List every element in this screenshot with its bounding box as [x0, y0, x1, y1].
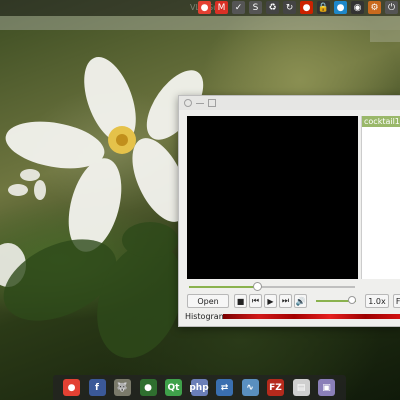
chrome-icon[interactable]: ● — [198, 1, 211, 14]
lock-icon[interactable]: 🔒 — [317, 1, 330, 14]
maximize-icon[interactable] — [208, 99, 216, 107]
camera-dock-icon[interactable]: ● — [139, 379, 157, 396]
monitor-dock-icon[interactable]: ∿ — [241, 379, 259, 396]
gmail-icon[interactable]: M — [215, 1, 228, 14]
next-button[interactable]: ⏭ — [279, 294, 292, 308]
seek-progress — [189, 286, 258, 288]
volume-handle[interactable] — [348, 296, 356, 304]
stop-button[interactable]: ■ — [234, 294, 247, 308]
playback-controls: Open ■ ⏮ ▶ ⏭ 🔊 1.0x Fi — [187, 294, 400, 308]
seek-bar[interactable] — [189, 282, 355, 291]
background-window-buttons — [370, 30, 400, 42]
video-area[interactable] — [187, 116, 358, 279]
facebook-dock-icon[interactable]: f — [88, 379, 106, 396]
volume-slider[interactable] — [316, 296, 356, 304]
skype-icon[interactable]: S — [249, 1, 262, 14]
play-button[interactable]: ▶ — [264, 294, 277, 308]
record-icon[interactable]: ● — [300, 1, 313, 14]
recycle-icon[interactable]: ♻ — [266, 1, 279, 14]
gimp-dock-icon[interactable]: 🐺 — [114, 379, 131, 396]
sync-icon[interactable]: ↻ — [283, 1, 296, 14]
speed-select[interactable]: 1.0x — [365, 294, 389, 308]
document-dock-icon[interactable]: ▤ — [292, 379, 310, 396]
filezilla-dock-icon[interactable]: FZ — [267, 379, 284, 396]
video-player-window: cocktail1.mp4 Open ■ ⏮ ▶ ⏭ 🔊 1.0x Fi His… — [178, 95, 400, 327]
indicator-tray: ● M ✓ S ♻ ↻ ● 🔒 ● ◉ ⚙ ⏻ — [198, 1, 398, 14]
php-dock-icon[interactable]: php — [189, 379, 209, 396]
network-dock-icon[interactable]: ⇄ — [216, 379, 233, 396]
dock: ● f 🐺 ● Qt php ⇄ ∿ FZ ▤ ▣ — [53, 375, 346, 400]
close-icon[interactable] — [184, 99, 192, 107]
shield-icon[interactable]: ✓ — [232, 1, 245, 14]
open-button[interactable]: Open — [187, 294, 229, 308]
background-window-titlebar — [0, 16, 400, 30]
settings-icon[interactable]: ⚙ — [368, 1, 381, 14]
volume-icon[interactable]: 🔊 — [294, 294, 307, 308]
playlist-item[interactable]: cocktail1.mp4 — [362, 116, 400, 127]
qt-dock-icon[interactable]: Qt — [165, 379, 182, 396]
player-titlebar — [179, 96, 400, 110]
chrome-dock-icon[interactable]: ● — [63, 379, 80, 396]
power-icon[interactable]: ⏻ — [385, 1, 398, 14]
seek-handle[interactable] — [253, 282, 263, 291]
screen-icon[interactable]: ◉ — [351, 1, 364, 14]
top-panel: VLC Sub ●M✓S♻↻●🔒●◉⚙⏻ — [0, 0, 400, 16]
histogram-bar — [223, 314, 400, 319]
playlist-panel[interactable]: cocktail1.mp4 — [361, 116, 400, 279]
previous-button[interactable]: ⏮ — [249, 294, 262, 308]
notes-dock-icon[interactable]: ▣ — [318, 379, 335, 396]
minimize-icon[interactable] — [196, 103, 204, 104]
user-icon[interactable]: ● — [334, 1, 347, 14]
extra-button[interactable]: Fi — [393, 294, 400, 308]
